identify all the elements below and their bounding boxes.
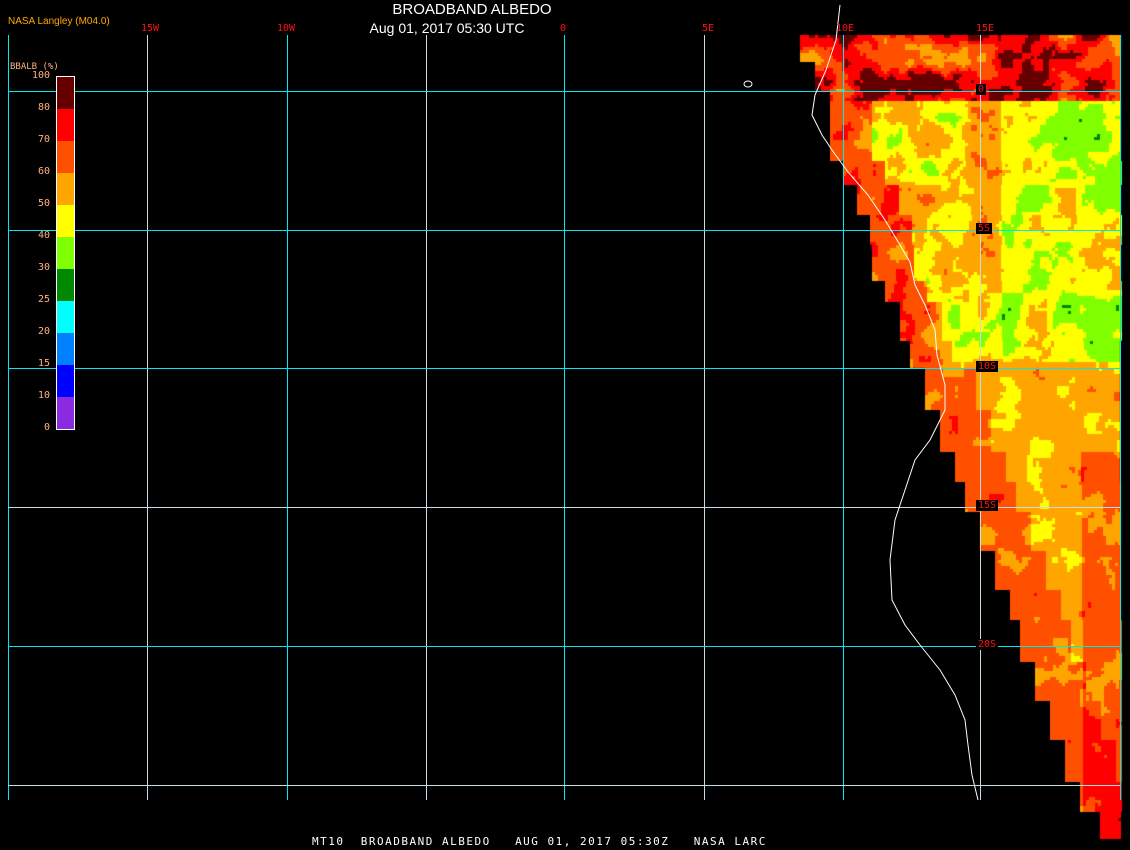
lon-label-10e: 10E — [836, 23, 855, 34]
colorbar-label: 0 — [43, 422, 50, 433]
colorbar-label: 15 — [37, 358, 50, 369]
colorbar-segment — [57, 301, 74, 333]
colorbar — [56, 76, 75, 430]
island-outline — [743, 80, 753, 88]
lat-label-15s: 15S — [976, 500, 999, 511]
colorbar-segment — [57, 141, 74, 173]
lat-lon-grid — [8, 4, 1121, 801]
lat-label-20s: 20S — [976, 639, 999, 650]
colorbar-label: 50 — [37, 198, 50, 209]
colorbar-segment — [57, 333, 74, 365]
colorbar-label: 40 — [37, 230, 50, 241]
footer-caption: MT10 BROADBAND ALBEDO AUG 01, 2017 05:30… — [312, 835, 767, 848]
colorbar-label: 10 — [37, 390, 50, 401]
lon-label-15w: 15W — [141, 23, 160, 34]
lat-label-0: 0 — [976, 84, 987, 95]
colorbar-label: 100 — [31, 70, 50, 81]
colorbar-label: 80 — [37, 102, 50, 113]
colorbar-label: 20 — [37, 326, 50, 337]
lon-label-15e: 15E — [976, 23, 995, 34]
colorbar-segment — [57, 109, 74, 141]
colorbar-segment — [57, 173, 74, 205]
colorbar-label: 70 — [37, 134, 50, 145]
colorbar-segment — [57, 237, 74, 269]
credit-label: NASA Langley (M04.0) — [8, 16, 110, 27]
lon-label-10w: 10W — [277, 23, 296, 34]
coastline — [811, 4, 979, 801]
map-title: BROADBAND ALBEDO — [392, 1, 552, 18]
lat-label-10s: 10S — [976, 361, 999, 372]
colorbar-label: 60 — [37, 166, 50, 177]
lon-label-5e: 5E — [702, 23, 715, 34]
lat-label-5s: 5S — [976, 223, 993, 234]
lon-label-0: 0 — [560, 23, 567, 34]
colorbar-segment — [57, 397, 74, 429]
colorbar-segment — [57, 77, 74, 109]
map-timestamp: Aug 01, 2017 05:30 UTC — [369, 20, 525, 36]
colorbar-label: 30 — [37, 262, 50, 273]
colorbar-segment — [57, 205, 74, 237]
colorbar-label: 25 — [37, 294, 50, 305]
colorbar-segment — [57, 269, 74, 301]
colorbar-segment — [57, 365, 74, 397]
